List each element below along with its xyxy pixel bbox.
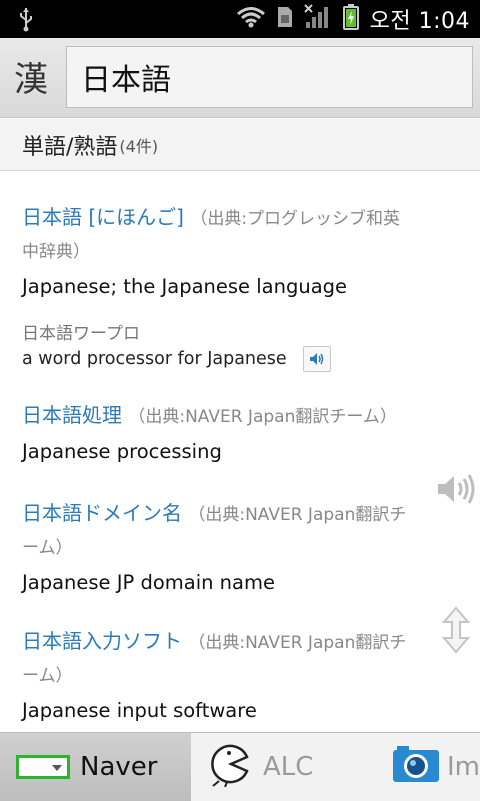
example-english: a word processor for Japanese (22, 349, 287, 369)
search-header: 漢 日本語 (0, 38, 480, 118)
tab-label: ALC (263, 752, 314, 782)
alc-logo-icon (207, 741, 253, 794)
entry-source: （出典:NAVER Japan翻訳チ (188, 633, 407, 653)
tab-label: Ima (447, 752, 480, 782)
example-japanese: 日本語ワープロ (22, 324, 140, 344)
list-item[interactable]: 日本語処理 （出典:NAVER Japan翻訳チーム） Japanese pro… (22, 400, 452, 465)
sim-card-icon (276, 5, 294, 33)
tab-image[interactable]: Ima (379, 733, 480, 801)
entry-source-cont: 中辞典） (22, 242, 90, 262)
result-count: (4件) (119, 136, 159, 156)
list-item[interactable]: 日本語ドメイン名 （出典:NAVER Japan翻訳チ ーム） Japanese… (22, 498, 452, 596)
entry-word-link[interactable]: 日本語入力ソフト (22, 629, 182, 653)
results-list[interactable]: 日本語 [にほんご] （出典:プログレッシブ和英 中辞典） Japanese; … (0, 172, 480, 732)
camera-icon (391, 744, 441, 791)
entry-meaning: Japanese JP domain name (22, 571, 275, 594)
source-tab-bar: Naver ALC Ima (0, 732, 480, 801)
entry-source: （出典:プログレッシブ和英 (190, 209, 401, 229)
signal-icon (303, 4, 332, 34)
clock: 오전 1:04 (369, 9, 470, 34)
battery-charging-icon (342, 3, 360, 35)
kanji-mode-button[interactable]: 漢 (6, 46, 56, 106)
status-bar: 오전 1:04 (0, 0, 480, 38)
entry-word-link[interactable]: 日本語 [にほんご] (22, 205, 184, 229)
pronunciation-speaker-icon[interactable] (302, 346, 331, 372)
search-input[interactable]: 日本語 (66, 46, 473, 108)
naver-logo-icon (16, 755, 70, 779)
usb-icon (18, 6, 34, 36)
entry-word-link[interactable]: 日本語処理 (22, 403, 122, 427)
entry-meaning: Japanese; the Japanese language (22, 275, 348, 298)
resize-vertical-icon[interactable] (441, 606, 471, 658)
entry-source: （出典:NAVER Japan翻訳チーム） (128, 407, 397, 427)
tab-label: Naver (80, 752, 158, 782)
tab-alc[interactable]: ALC (191, 733, 379, 801)
entry-source: （出典:NAVER Japan翻訳チ (188, 505, 407, 525)
entry-source-cont: ーム） (22, 538, 73, 558)
list-item[interactable]: 日本語 [にほんご] （出典:プログレッシブ和英 中辞典） Japanese; … (22, 202, 452, 372)
tab-naver[interactable]: Naver (0, 733, 191, 801)
section-title: 単語/熟語 (22, 134, 118, 160)
entry-source-cont: ーム） (22, 666, 73, 686)
list-item[interactable]: 日本語入力ソフト （出典:NAVER Japan翻訳チ ーム） Japanese… (22, 626, 452, 724)
wifi-icon (236, 6, 266, 32)
entry-meaning: Japanese input software (22, 699, 257, 722)
entry-word-link[interactable]: 日本語ドメイン名 (22, 501, 182, 525)
speaker-icon[interactable] (436, 472, 476, 510)
entry-meaning: Japanese processing (22, 440, 222, 463)
section-header: 単語/熟語 (4件) (0, 119, 480, 171)
